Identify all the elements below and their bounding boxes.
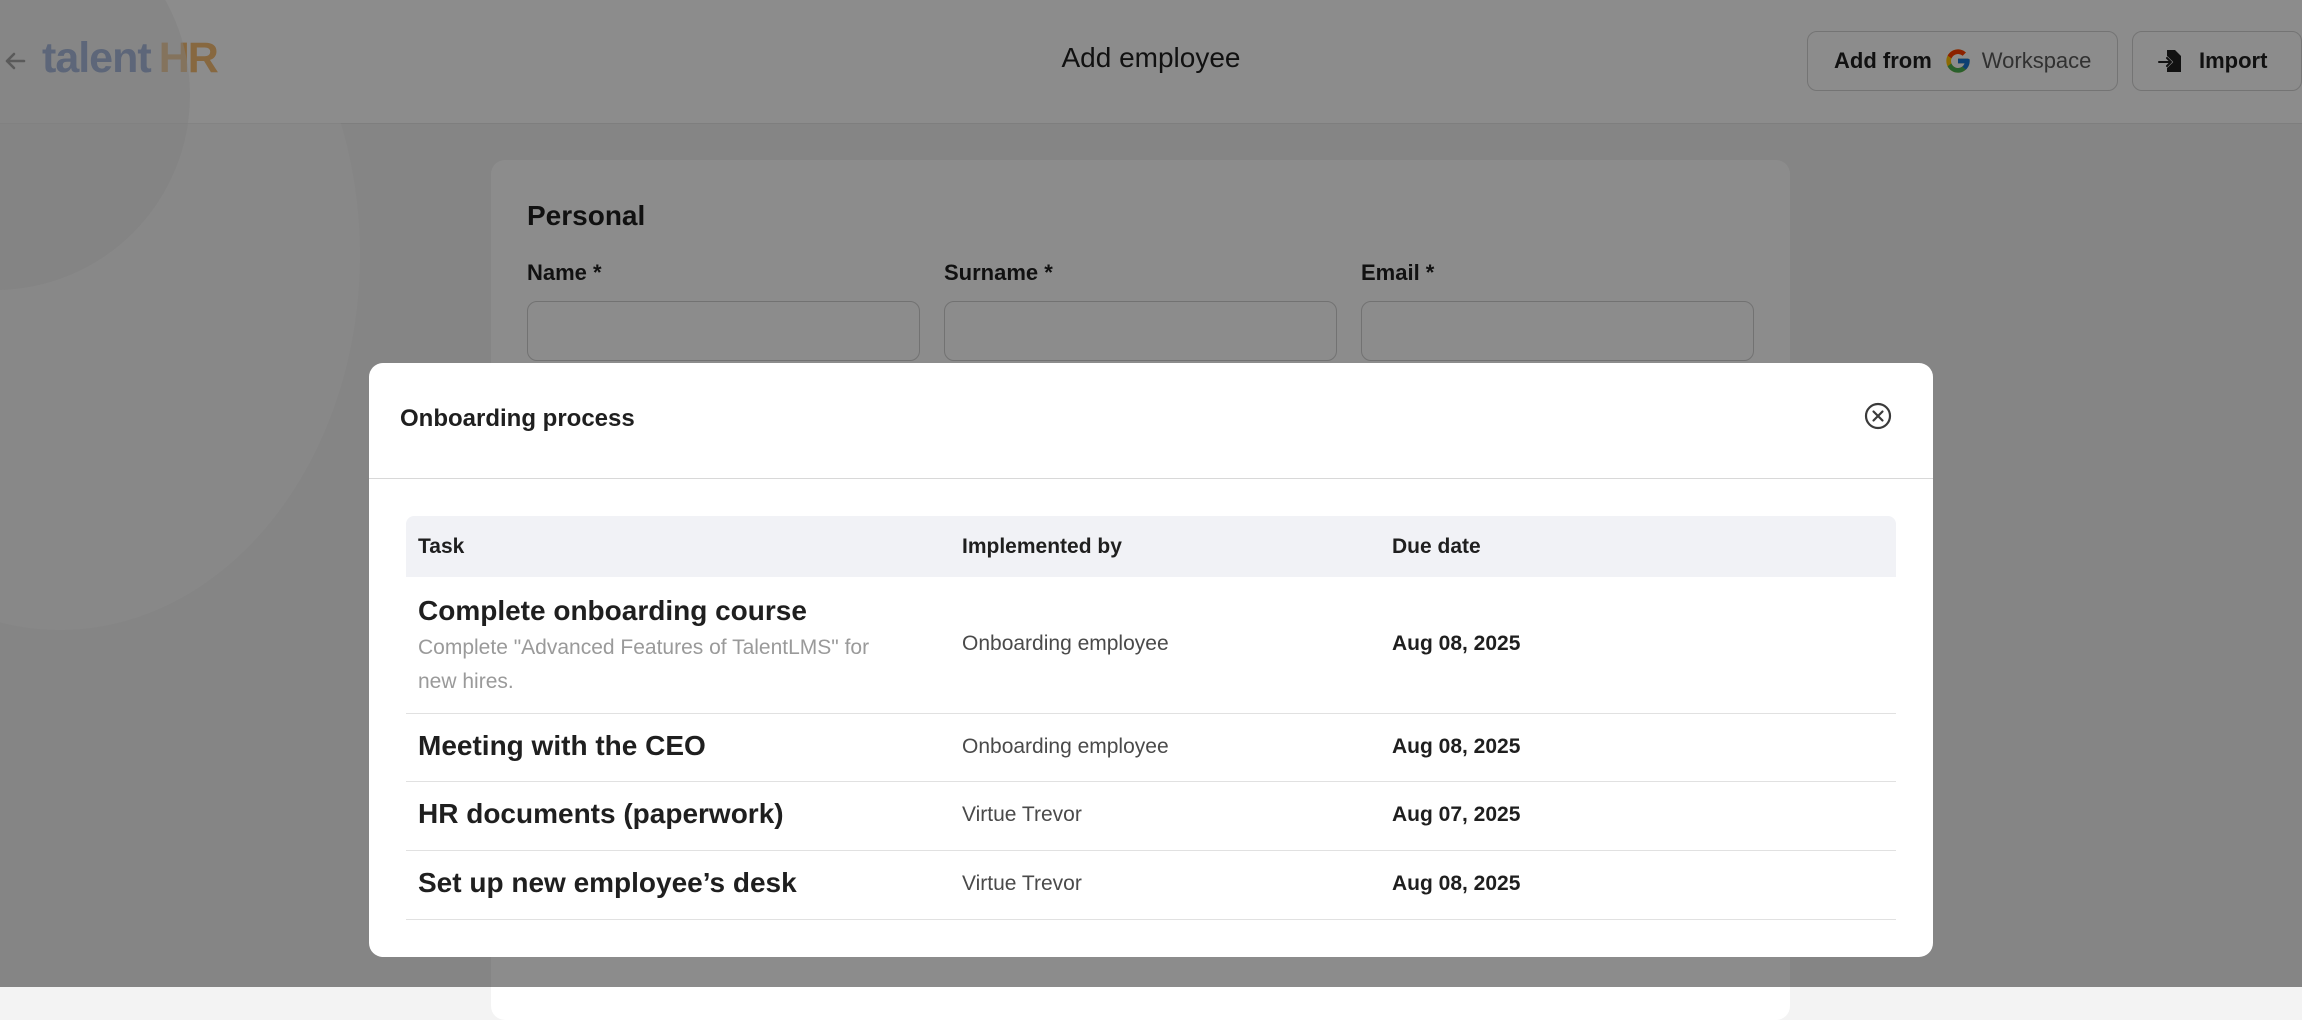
onboarding-tasks-table: Task Implemented by Due date Complete on… — [406, 516, 1896, 920]
task-implemented-by: Onboarding employee — [962, 735, 1169, 758]
task-due-date: Aug 08, 2025 — [1392, 735, 1521, 758]
task-implemented-by: Virtue Trevor — [962, 803, 1082, 826]
modal-title: Onboarding process — [400, 405, 635, 432]
table-row[interactable]: Set up new employee’s desk Virtue Trevor… — [406, 851, 1896, 920]
task-title: Set up new employee’s desk — [418, 867, 797, 898]
task-description: Complete "Advanced Features of TalentLMS… — [418, 636, 870, 693]
close-icon[interactable] — [1863, 401, 1893, 431]
task-title: HR documents (paperwork) — [418, 798, 784, 829]
modal-divider — [369, 478, 1933, 479]
table-row[interactable]: Meeting with the CEO Onboarding employee… — [406, 714, 1896, 782]
column-header-task[interactable]: Task — [418, 535, 464, 559]
onboarding-process-modal: Onboarding process Task Implemented by D… — [369, 363, 1933, 957]
task-due-date: Aug 08, 2025 — [1392, 632, 1521, 655]
table-header: Task Implemented by Due date — [406, 516, 1896, 577]
task-title: Meeting with the CEO — [418, 730, 706, 761]
task-implemented-by: Onboarding employee — [962, 632, 1169, 655]
task-due-date: Aug 07, 2025 — [1392, 803, 1521, 826]
column-header-due-date[interactable]: Due date — [1392, 535, 1481, 559]
task-implemented-by: Virtue Trevor — [962, 872, 1082, 895]
task-due-date: Aug 08, 2025 — [1392, 872, 1521, 895]
table-row[interactable]: HR documents (paperwork) Virtue Trevor A… — [406, 782, 1896, 851]
table-row[interactable]: Complete onboarding course Complete "Adv… — [406, 577, 1896, 714]
column-header-implemented-by[interactable]: Implemented by — [962, 535, 1122, 559]
task-title: Complete onboarding course — [418, 595, 807, 626]
